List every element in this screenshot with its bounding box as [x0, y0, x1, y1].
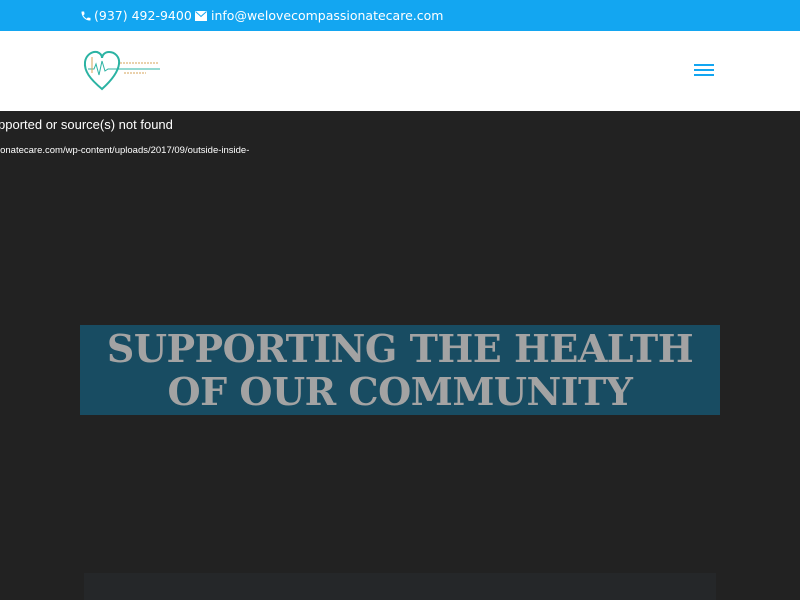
menu-bar [694, 64, 714, 66]
menu-bar [694, 69, 714, 71]
video-source-url: ionatecare.com/wp-content/uploads/2017/0… [0, 145, 250, 156]
menu-bar [694, 74, 714, 76]
email-link[interactable]: info@welovecompassionatecare.com [195, 8, 443, 23]
phone-number: (937) 492-9400 [94, 8, 192, 23]
heart-logo-icon[interactable] [82, 49, 162, 93]
site-header [0, 31, 800, 111]
hero-section: pported or source(s) not found ionatecar… [0, 111, 800, 600]
headline-line-2: OF OUR COMMUNITY [167, 369, 633, 414]
video-error-message: pported or source(s) not found [0, 117, 173, 132]
mail-icon [195, 10, 207, 21]
headline-line-1: SUPPORTING THE HEALTH [106, 326, 694, 371]
hero-headline: SUPPORTING THE HEALTH OF OUR COMMUNITY [106, 326, 694, 414]
phone-icon [81, 11, 91, 20]
hamburger-menu-icon[interactable] [692, 61, 716, 81]
phone-link[interactable]: (937) 492-9400 [80, 8, 192, 23]
top-contact-bar: (937) 492-9400 info@welovecompassionatec… [0, 0, 800, 31]
email-address: info@welovecompassionatecare.com [211, 8, 444, 23]
headline-banner: SUPPORTING THE HEALTH OF OUR COMMUNITY [80, 325, 720, 415]
content-band [84, 573, 716, 600]
